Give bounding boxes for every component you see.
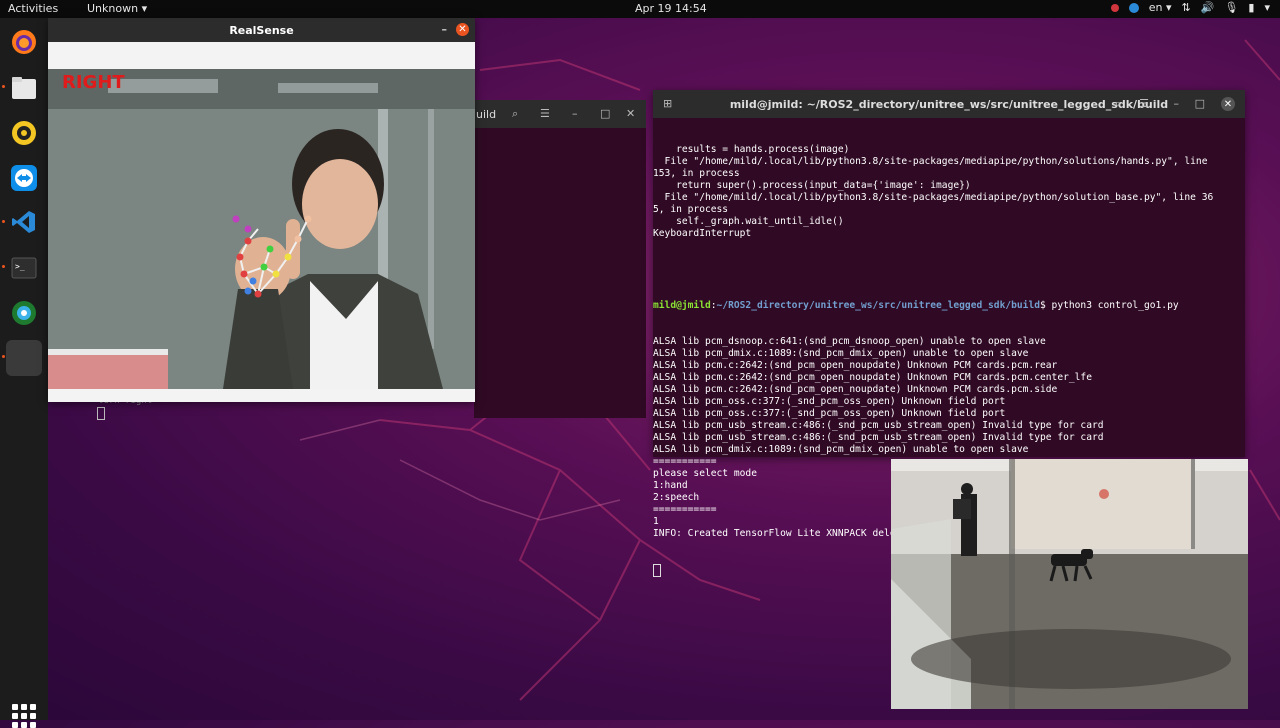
running-indicator xyxy=(2,220,5,223)
app-menu-label: Unknown xyxy=(87,2,139,15)
terminal-prompt-line: mild@jmild:~/ROS2_directory/unitree_ws/s… xyxy=(653,300,1179,311)
search-icon[interactable]: ⌕ xyxy=(512,107,518,121)
rhythmbox-icon[interactable] xyxy=(6,115,42,151)
terminal-line: File "/home/mild/.local/lib/python3.8/si… xyxy=(653,192,1214,203)
terminal-line: ALSA lib pcm_dmix.c:1089:(snd_pcm_dmix_o… xyxy=(653,348,1029,359)
teamviewer-tray-icon[interactable] xyxy=(1128,2,1139,13)
firefox-icon[interactable] xyxy=(6,24,42,60)
terminal-line: ALSA lib pcm_oss.c:377:(_snd_pcm_oss_ope… xyxy=(653,396,1006,407)
realsense-titlebar[interactable]: RealSense – ✕ xyxy=(48,18,475,42)
terminal-line: ALSA lib pcm_usb_stream.c:486:(_snd_pcm_… xyxy=(653,420,1104,431)
background-terminal-window[interactable]: uild ⌕ ☰ – □ ✕ xyxy=(474,100,646,418)
realsense-window[interactable]: RealSense – ✕ RIGHT xyxy=(48,18,475,402)
terminal-line: ALSA lib pcm.c:2642:(snd_pcm_open_noupda… xyxy=(653,360,1058,371)
terminal-titlebar[interactable]: ⊞ mild@jmild: ~/ROS2_directory/unitree_w… xyxy=(653,90,1245,118)
new-tab-icon[interactable]: ⊞ xyxy=(663,97,672,110)
close-icon[interactable]: ✕ xyxy=(626,107,635,120)
microphone-icon[interactable]: 🎙 xyxy=(1224,1,1238,14)
terminal-line: ALSA lib pcm.c:2642:(snd_pcm_open_noupda… xyxy=(653,384,1058,395)
record-indicator-icon[interactable] xyxy=(1110,3,1119,12)
browser-icon[interactable] xyxy=(6,295,42,331)
dock: >_ xyxy=(0,18,48,728)
terminal-line: return super().process(input_data={'imag… xyxy=(653,180,971,191)
terminal-title: mild@jmild: ~/ROS2_directory/unitree_ws/… xyxy=(729,97,1169,111)
camera-feed: RIGHT xyxy=(48,69,475,389)
robot-scene-graphic xyxy=(891,459,1248,709)
terminal-line: ALSA lib pcm_oss.c:377:(_snd_pcm_oss_ope… xyxy=(653,408,1006,419)
activities-button[interactable]: Activities xyxy=(8,2,58,15)
terminal-line: KeyboardInterrupt xyxy=(653,228,752,239)
minimize-icon[interactable]: – xyxy=(572,107,578,120)
terminal-window[interactable]: ⊞ mild@jmild: ~/ROS2_directory/unitree_w… xyxy=(653,90,1245,577)
clock[interactable]: Apr 19 14:54 xyxy=(635,2,707,15)
language-selector[interactable]: en ▾ xyxy=(1149,1,1172,14)
terminal-line: self._graph.wait_until_idle() xyxy=(653,216,844,227)
terminal-line: ALSA lib pcm_dmix.c:1089:(snd_pcm_dmix_o… xyxy=(653,444,1029,455)
terminal-line: File "/home/mild/.local/lib/python3.8/si… xyxy=(653,156,1208,167)
prompt-user: mild@jmild xyxy=(653,300,711,311)
prompt-path: ~/ROS2_directory/unitree_ws/src/unitree_… xyxy=(716,300,1040,311)
terminal-command: $ python3 control_go1.py xyxy=(1040,300,1179,311)
top-bar: Activities Unknown ▾ Apr 19 14:54 en ▾ ⇅… xyxy=(0,0,1280,18)
terminal-line: 5, in process xyxy=(653,204,729,215)
menu-icon[interactable]: ☰ xyxy=(540,107,550,120)
terminal-line: ALSA lib pcm.c:2642:(snd_pcm_open_noupda… xyxy=(653,372,1092,383)
menu-icon[interactable]: ☰ xyxy=(1139,97,1149,110)
files-icon[interactable] xyxy=(6,70,42,106)
search-icon[interactable]: ⌕ xyxy=(1115,97,1121,111)
minimize-icon[interactable]: – xyxy=(1174,97,1180,110)
chevron-down-icon: ▾ xyxy=(141,2,148,15)
background-terminal-cursor xyxy=(97,407,105,420)
teamviewer-icon[interactable] xyxy=(6,160,42,196)
realsense-title: RealSense xyxy=(229,23,294,37)
network-icon[interactable]: ⇅ xyxy=(1182,1,1191,14)
volume-icon[interactable]: 🔊 xyxy=(1201,1,1215,14)
terminal-icon[interactable]: >_ xyxy=(6,250,42,286)
terminal-cursor xyxy=(653,564,661,577)
running-indicator xyxy=(2,265,5,268)
camera-scene-graphic xyxy=(48,69,475,389)
terminal-line: ALSA lib pcm_dsnoop.c:641:(snd_pcm_dsnoo… xyxy=(653,336,1046,347)
terminal-line: results = hands.process(image) xyxy=(653,144,850,155)
running-indicator xyxy=(2,85,5,88)
maximize-icon[interactable]: □ xyxy=(1195,97,1205,110)
svg-text:>_: >_ xyxy=(15,262,25,271)
blank-app-icon[interactable] xyxy=(6,340,42,376)
background-terminal-titlebar[interactable]: uild ⌕ ☰ – □ ✕ xyxy=(474,100,646,128)
minimize-icon[interactable]: – xyxy=(442,23,448,36)
terminal-line: ALSA lib pcm_usb_stream.c:486:(_snd_pcm_… xyxy=(653,432,1104,443)
close-icon[interactable]: ✕ xyxy=(456,23,469,36)
running-indicator xyxy=(2,355,5,358)
system-tray[interactable]: en ▾ ⇅ 🔊 🎙 ▮ ▾ xyxy=(1110,1,1270,14)
terminal-line: 153, in process xyxy=(653,168,740,179)
chevron-down-icon[interactable]: ▾ xyxy=(1264,1,1270,14)
app-menu[interactable]: Unknown ▾ xyxy=(87,2,147,15)
vscode-icon[interactable] xyxy=(6,204,42,240)
robot-video-feed xyxy=(891,459,1248,709)
battery-icon[interactable]: ▮ xyxy=(1248,1,1254,14)
background-terminal-title: uild xyxy=(476,108,497,121)
close-icon[interactable]: ✕ xyxy=(1221,97,1235,111)
language-label: en xyxy=(1148,1,1163,14)
handedness-label: RIGHT xyxy=(62,72,125,93)
show-applications-icon[interactable] xyxy=(12,704,36,728)
maximize-icon[interactable]: □ xyxy=(600,107,610,120)
